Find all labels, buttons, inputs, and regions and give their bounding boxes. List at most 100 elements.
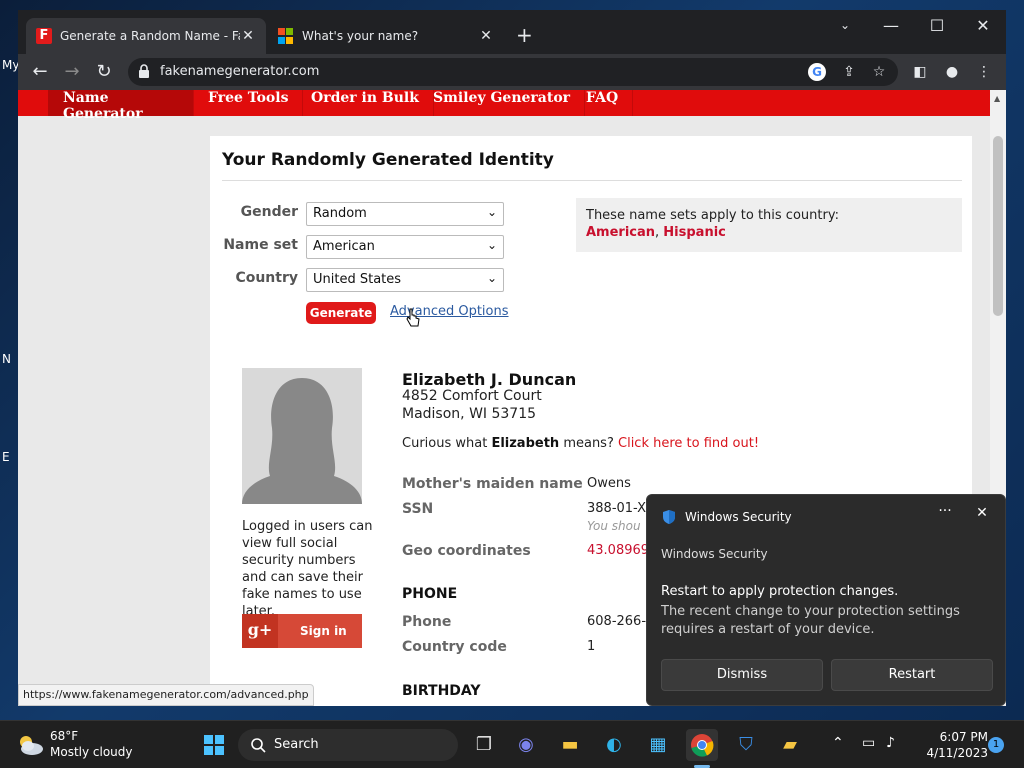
fakename-favicon-icon: F xyxy=(36,28,52,44)
name-meaning-link[interactable]: Click here to find out! xyxy=(618,436,759,451)
close-tab-icon[interactable]: ✕ xyxy=(478,28,494,44)
phone-label: Phone xyxy=(402,614,452,630)
nav-name-generator[interactable]: Name Generator xyxy=(48,90,194,122)
chrome-icon[interactable] xyxy=(686,729,718,761)
phone-section-heading: PHONE xyxy=(402,586,458,602)
country-code-label: Country code xyxy=(402,639,507,655)
nameset-select[interactable]: American ⌄ xyxy=(306,235,504,259)
gender-select[interactable]: Random ⌄ xyxy=(306,202,504,226)
signin-label: Sign in xyxy=(300,624,347,638)
address-line-1: 4852 Comfort Court xyxy=(402,388,542,404)
windows-security-shield-icon[interactable]: ⛉ xyxy=(730,729,762,761)
close-tab-icon[interactable]: ✕ xyxy=(240,28,256,44)
start-windows-icon[interactable] xyxy=(198,729,230,761)
notification-badge[interactable]: 1 xyxy=(988,737,1004,753)
network-icon[interactable]: ▭ xyxy=(862,735,875,751)
tab-search-icon[interactable]: ⌄ xyxy=(822,18,868,32)
system-clock[interactable]: 6:07 PM 4/11/2023 xyxy=(910,729,988,761)
tab-whats-your-name[interactable]: What's your name? ✕ xyxy=(268,18,504,54)
toast-app-name: Windows Security xyxy=(685,510,792,524)
geo-label: Geo coordinates xyxy=(402,543,531,559)
weather-temperature[interactable]: 68°F xyxy=(50,729,78,743)
windows-security-toast: Windows Security ··· ✕ Windows Security … xyxy=(646,494,1006,706)
desktop-icon-label[interactable]: E xyxy=(2,450,10,464)
profile-icon[interactable]: ● xyxy=(942,62,962,82)
nav-smiley-generator[interactable]: Smiley Generator xyxy=(419,90,586,116)
folder-app-icon[interactable]: ▰ xyxy=(774,729,806,761)
name-meaning-line: Curious what Elizabeth means? Click here… xyxy=(402,436,759,451)
shield-icon xyxy=(663,510,675,524)
nav-free-tools[interactable]: Free Tools xyxy=(194,90,304,116)
more-options-icon[interactable]: ··· xyxy=(935,503,955,519)
tab-title: What's your name? xyxy=(302,29,419,43)
back-arrow-icon[interactable]: ← xyxy=(28,60,52,84)
address-bar[interactable]: fakenamegenerator.com G ⇪ ☆ xyxy=(128,58,898,86)
avatar-silhouette xyxy=(242,368,362,504)
clock-time: 6:07 PM xyxy=(939,730,988,744)
ssn-label: SSN xyxy=(402,501,434,517)
weather-condition[interactable]: Mostly cloudy xyxy=(50,745,133,759)
country-code-value: 1 xyxy=(587,639,596,654)
search-icon xyxy=(251,738,266,753)
ssn-note: You shou xyxy=(587,519,641,533)
namesets-list: American, Hispanic xyxy=(586,225,952,240)
divider xyxy=(222,180,962,181)
tab-strip: F Generate a Random Name - Fake ✕ What's… xyxy=(18,10,1006,54)
store-icon[interactable]: ▦ xyxy=(642,729,674,761)
file-explorer-icon[interactable]: ▬ xyxy=(554,729,586,761)
nav-faq[interactable]: FAQ xyxy=(572,90,634,116)
task-view-icon[interactable]: ❐ xyxy=(468,729,500,761)
country-select[interactable]: United States ⌄ xyxy=(306,268,504,292)
browser-toolbar: ← → ↻ fakenamegenerator.com G ⇪ ☆ ◧ ● ⋮ xyxy=(18,54,1006,90)
maximize-button[interactable]: ☐ xyxy=(914,16,960,35)
edge-icon[interactable]: ◐ xyxy=(598,729,630,761)
close-window-button[interactable]: ✕ xyxy=(960,16,1006,35)
generate-button[interactable]: Generate xyxy=(306,302,376,324)
tab-fakenamegenerator[interactable]: F Generate a Random Name - Fake ✕ xyxy=(26,18,266,54)
new-tab-button[interactable]: + xyxy=(516,24,533,46)
curious-name: Elizabeth xyxy=(491,436,560,451)
volume-icon[interactable]: ♪ xyxy=(886,735,895,751)
close-icon[interactable]: ✕ xyxy=(973,505,991,521)
dismiss-button[interactable]: Dismiss xyxy=(661,659,823,691)
country-value: United States xyxy=(313,272,402,287)
cloudy-weather-icon[interactable] xyxy=(16,733,44,757)
chevron-down-icon: ⌄ xyxy=(486,238,497,252)
restart-button[interactable]: Restart xyxy=(831,659,993,691)
taskbar-search[interactable]: Search xyxy=(238,729,458,761)
toast-source: Windows Security xyxy=(661,547,768,561)
site-nav: Name Generator Free Tools Order in Bulk … xyxy=(18,90,990,122)
hand-cursor-icon xyxy=(406,308,420,327)
identity-name: Elizabeth J. Duncan xyxy=(402,370,577,389)
nameset-value: American xyxy=(313,239,375,254)
google-signin-button[interactable]: g+ Sign in xyxy=(242,614,362,648)
chevron-down-icon: ⌄ xyxy=(486,205,497,219)
bookmark-star-icon[interactable]: ☆ xyxy=(870,63,888,81)
geo-value[interactable]: 43.08969 xyxy=(587,543,649,558)
desktop-icon-label[interactable]: N xyxy=(2,352,11,366)
curious-text: Curious what xyxy=(402,436,492,451)
nameset-link-hispanic[interactable]: Hispanic xyxy=(663,225,726,240)
clock-date: 4/11/2023 xyxy=(926,746,988,760)
google-lens-icon[interactable]: G xyxy=(808,63,826,81)
ssn-value: 388-01-X xyxy=(587,501,646,516)
chevron-down-icon: ⌄ xyxy=(486,271,497,285)
teams-chat-icon[interactable]: ◉ xyxy=(510,729,542,761)
nav-order-in-bulk[interactable]: Order in Bulk xyxy=(297,90,434,116)
toast-title: Restart to apply protection changes. xyxy=(661,584,899,599)
share-icon[interactable]: ⇪ xyxy=(840,63,858,81)
desktop-icon-label[interactable]: My xyxy=(2,58,19,72)
minimize-button[interactable]: — xyxy=(868,16,914,35)
side-panel-icon[interactable]: ◧ xyxy=(910,62,930,82)
menu-kebab-icon[interactable]: ⋮ xyxy=(974,62,994,82)
scroll-up-icon[interactable]: ▲ xyxy=(994,94,1000,103)
nameset-link-american[interactable]: American xyxy=(586,225,655,240)
taskbar: 68°F Mostly cloudy Search ❐ ◉ ▬ ◐ ▦ ⛉ ▰ … xyxy=(0,720,1024,768)
scroll-thumb[interactable] xyxy=(993,136,1003,316)
lock-icon xyxy=(139,64,149,78)
curious-text: means? xyxy=(559,436,618,451)
show-hidden-icons-chevron-icon[interactable]: ⌃ xyxy=(832,735,844,751)
namesets-intro: These name sets apply to this country: xyxy=(586,208,839,223)
reload-icon[interactable]: ↻ xyxy=(92,60,116,84)
forward-arrow-icon[interactable]: → xyxy=(60,60,84,84)
